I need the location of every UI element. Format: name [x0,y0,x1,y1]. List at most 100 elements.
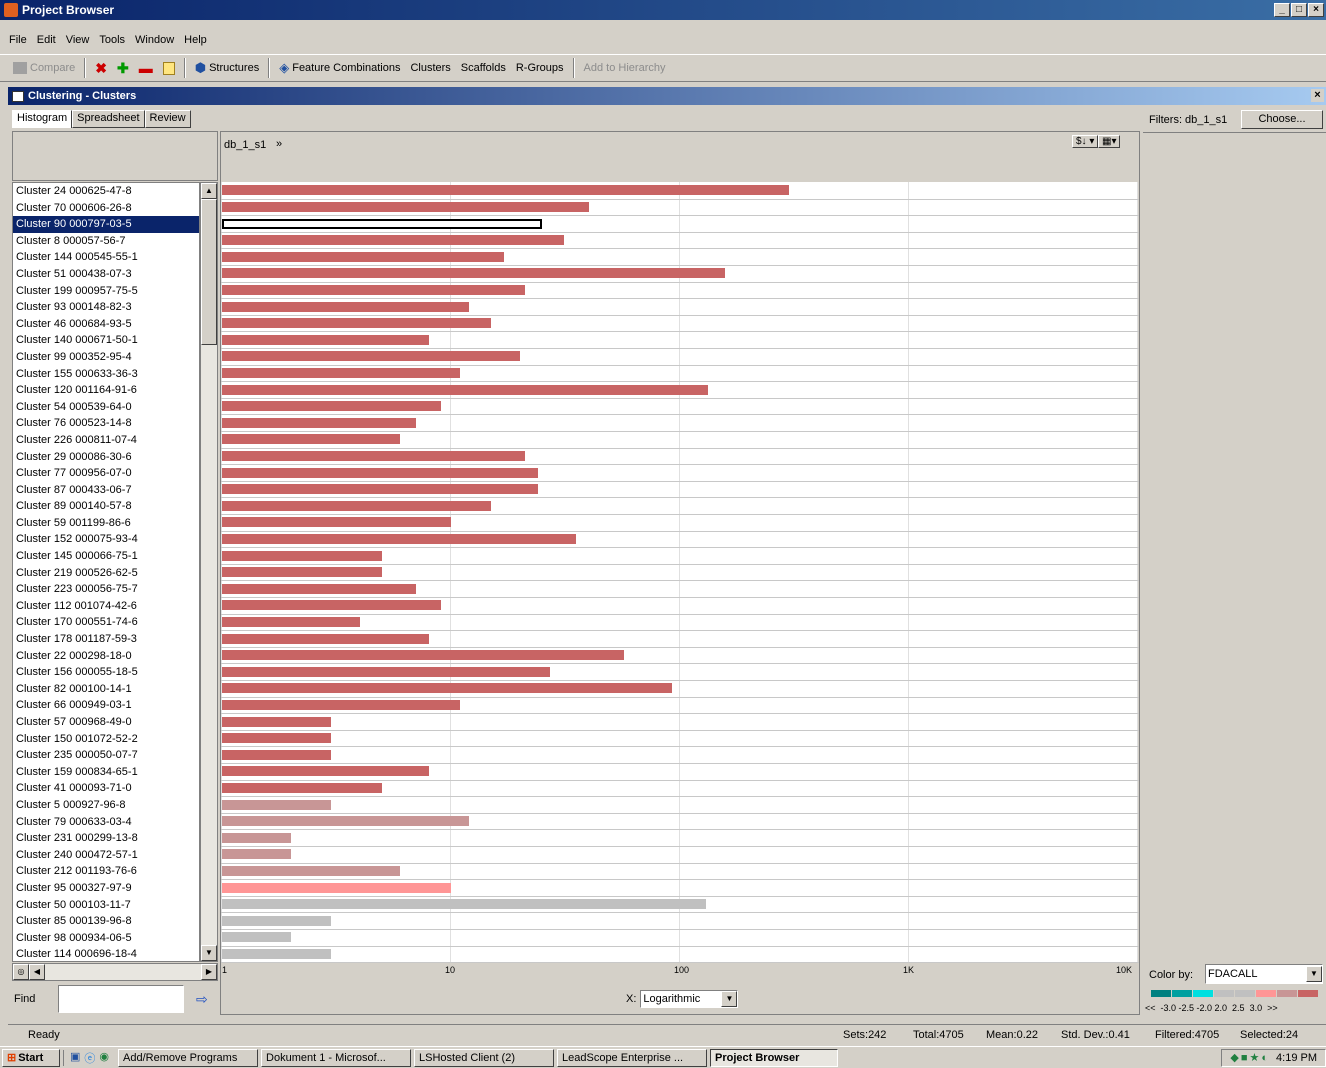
list-hscrollbar[interactable]: ◎ ◀ ▶ [12,963,218,981]
list-item[interactable]: Cluster 112 001074-42-6 [13,598,199,615]
histogram-bar[interactable] [222,849,291,860]
histogram-bar[interactable] [222,749,332,760]
tab-review[interactable]: Review [144,110,191,128]
list-item[interactable]: Cluster 178 001187-59-3 [13,631,199,648]
histogram-bar[interactable] [222,799,332,810]
histogram-bar[interactable] [222,650,625,661]
minimize-icon[interactable]: _ [1274,3,1290,17]
list-item[interactable]: Cluster 240 000472-57-1 [13,847,199,864]
histogram-bar[interactable] [222,417,416,428]
histogram-bar[interactable] [222,533,576,544]
histogram-bar[interactable] [222,517,451,528]
histogram-bar[interactable] [222,450,525,461]
menu-help[interactable]: Help [179,34,212,46]
list-item[interactable]: Cluster 155 000633-36-3 [13,366,199,383]
menu-window[interactable]: Window [130,34,179,46]
list-item[interactable]: Cluster 89 000140-57-8 [13,498,199,515]
list-item[interactable]: Cluster 152 000075-93-4 [13,531,199,548]
list-item[interactable]: Cluster 199 000957-75-5 [13,283,199,300]
list-item[interactable]: Cluster 212 001193-76-6 [13,863,199,880]
browser-icon[interactable]: ⓔ [84,1050,95,1066]
histogram-bar[interactable] [222,384,708,395]
list-item[interactable]: Cluster 99 000352-95-4 [13,349,199,366]
zoom-icon[interactable]: ◎ [13,964,29,980]
histogram-bar[interactable] [222,816,470,827]
histogram-bar[interactable] [222,218,543,229]
scroll-right-icon[interactable]: ▶ [201,964,217,980]
sort-button[interactable]: $↓ ▾ [1072,135,1099,148]
list-item[interactable]: Cluster 231 000299-13-8 [13,830,199,847]
list-item[interactable]: Cluster 8 000057-56-7 [13,233,199,250]
list-item[interactable]: Cluster 41 000093-71-0 [13,780,199,797]
rgroups-button[interactable]: R-Groups [511,57,569,79]
list-item[interactable]: Cluster 51 000438-07-3 [13,266,199,283]
list-item[interactable]: Cluster 144 000545-55-1 [13,249,199,266]
histogram-bar[interactable] [222,484,539,495]
list-item[interactable]: Cluster 223 000056-75-7 [13,581,199,598]
panel-close-icon[interactable]: × [1311,89,1324,102]
histogram-bar[interactable] [222,201,589,212]
list-item[interactable]: Cluster 95 000327-97-9 [13,880,199,897]
list-item[interactable]: Cluster 98 000934-06-5 [13,930,199,947]
histogram-bar[interactable] [222,666,550,677]
scaffolds-button[interactable]: Scaffolds [456,57,511,79]
list-item[interactable]: Cluster 170 000551-74-6 [13,614,199,631]
add-button[interactable]: ✚ [112,57,134,79]
taskbar-item-lshosted[interactable]: LSHosted Client (2) [414,1048,555,1067]
add-to-hierarchy-button[interactable]: Add to Hierarchy [579,57,671,79]
scroll-down-icon[interactable]: ▼ [201,945,217,961]
feature-combinations-button[interactable]: ◈ Feature Combinations [274,57,405,79]
list-item[interactable]: Cluster 93 000148-82-3 [13,299,199,316]
clusters-button[interactable]: Clusters [405,57,455,79]
list-item[interactable]: Cluster 120 001164-91-6 [13,382,199,399]
list-item[interactable]: Cluster 235 000050-07-7 [13,747,199,764]
structures-button[interactable]: ⬢ Structures [190,57,265,79]
menu-view[interactable]: View [61,34,95,46]
list-item[interactable]: Cluster 70 000606-26-8 [13,200,199,217]
list-item[interactable]: Cluster 79 000633-03-4 [13,814,199,831]
list-item[interactable]: Cluster 114 000696-18-4 [13,946,199,961]
histogram-bar[interactable] [222,500,492,511]
start-button[interactable]: ⊞ Start [2,1048,60,1067]
histogram-bar[interactable] [222,467,539,478]
histogram-bar[interactable] [222,782,383,793]
list-item[interactable]: Cluster 150 001072-52-2 [13,731,199,748]
list-item[interactable]: Cluster 66 000949-03-1 [13,697,199,714]
delete-button[interactable]: ✖ [90,57,112,79]
taskbar-item-project-browser[interactable]: Project Browser [710,1048,839,1067]
histogram-bar[interactable] [222,948,332,959]
tab-spreadsheet[interactable]: Spreadsheet [72,110,145,128]
histogram-bar[interactable] [222,301,470,312]
histogram-bar[interactable] [222,235,564,246]
remove-button[interactable]: ▬ [134,57,158,79]
column-chooser-button[interactable]: ▦▾ [1098,135,1121,148]
histogram-bar[interactable] [222,865,401,876]
list-item[interactable]: Cluster 24 000625-47-8 [13,183,199,200]
scroll-thumb[interactable] [201,199,217,345]
list-item[interactable]: Cluster 90 000797-03-5 [13,216,199,233]
list-item[interactable]: Cluster 219 000526-62-5 [13,565,199,582]
histogram-bar[interactable] [222,600,441,611]
color-by-select[interactable]: FDACALL ▼ [1205,964,1323,984]
compare-button[interactable]: Compare [8,57,80,79]
histogram-bar[interactable] [222,318,492,329]
list-item[interactable]: Cluster 46 000684-93-5 [13,316,199,333]
histogram-bar[interactable] [222,367,461,378]
histogram-bar[interactable] [222,567,383,578]
menu-file[interactable]: File [4,34,32,46]
histogram-bar[interactable] [222,633,429,644]
list-item[interactable]: Cluster 22 000298-18-0 [13,648,199,665]
histogram-bar[interactable] [222,616,360,627]
histogram-bar[interactable] [222,882,451,893]
list-item[interactable]: Cluster 29 000086-30-6 [13,449,199,466]
list-item[interactable]: Cluster 5 000927-96-8 [13,797,199,814]
list-item[interactable]: Cluster 159 000834-65-1 [13,764,199,781]
list-item[interactable]: Cluster 57 000968-49-0 [13,714,199,731]
expand-chevron-icon[interactable]: » [276,138,282,150]
channel-icon[interactable]: ◉ [99,1050,109,1066]
taskbar-item-add-remove[interactable]: Add/Remove Programs [118,1048,259,1067]
taskbar-item-dokument[interactable]: Dokument 1 - Microsof... [261,1048,412,1067]
histogram-bar[interactable] [222,683,672,694]
maximize-icon[interactable]: □ [1291,3,1307,17]
list-item[interactable]: Cluster 85 000139-96-8 [13,913,199,930]
